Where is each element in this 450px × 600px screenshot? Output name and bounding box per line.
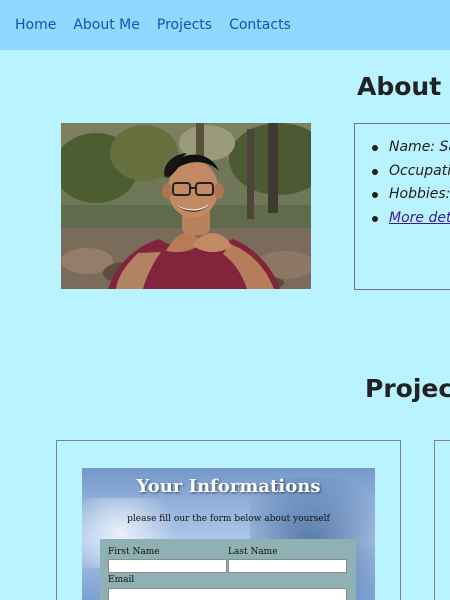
profile-photo: [61, 123, 311, 289]
portfolio-page: Home About Me Projects Contacts About M: [0, 0, 450, 600]
top-navigation: Home About Me Projects Contacts: [0, 0, 450, 50]
about-details-card: Name: Sa Occupatio Hobbies: More deta: [354, 123, 450, 290]
first-name-label: First Name: [108, 547, 160, 557]
form-preview-panel: First Name Last Name Email: [100, 539, 356, 600]
projects-section-title: Project: [365, 374, 450, 403]
nav-link-projects[interactable]: Projects: [157, 17, 212, 33]
about-section-title: About M: [357, 72, 450, 101]
nav-link-home[interactable]: Home: [15, 17, 56, 33]
form-preview-title: Your Informations: [136, 476, 321, 497]
project-card-partial[interactable]: [434, 440, 450, 600]
information-form-preview[interactable]: Your Informations please fill our the fo…: [82, 468, 375, 600]
project-card-information-form[interactable]: Your Informations please fill our the fo…: [56, 440, 401, 600]
about-detail-item: Occupatio: [372, 160, 450, 184]
form-preview-subtitle: please fill our the form below about you…: [127, 514, 330, 524]
about-detail-item: Name: Sa: [372, 136, 450, 160]
about-details-list: Name: Sa Occupatio Hobbies: More deta: [372, 136, 450, 231]
last-name-input[interactable]: [228, 559, 347, 573]
nav-link-about-me[interactable]: About Me: [73, 17, 140, 33]
nav-link-contacts[interactable]: Contacts: [229, 17, 291, 33]
email-input[interactable]: [108, 588, 347, 600]
about-detail-link-item: More deta: [372, 207, 450, 231]
about-detail-item: Hobbies:: [372, 183, 450, 207]
last-name-label: Last Name: [228, 547, 278, 557]
more-details-link[interactable]: More deta: [389, 210, 450, 226]
email-label: Email: [108, 575, 135, 585]
person-photo-icon: [61, 123, 311, 289]
first-name-input[interactable]: [108, 559, 227, 573]
